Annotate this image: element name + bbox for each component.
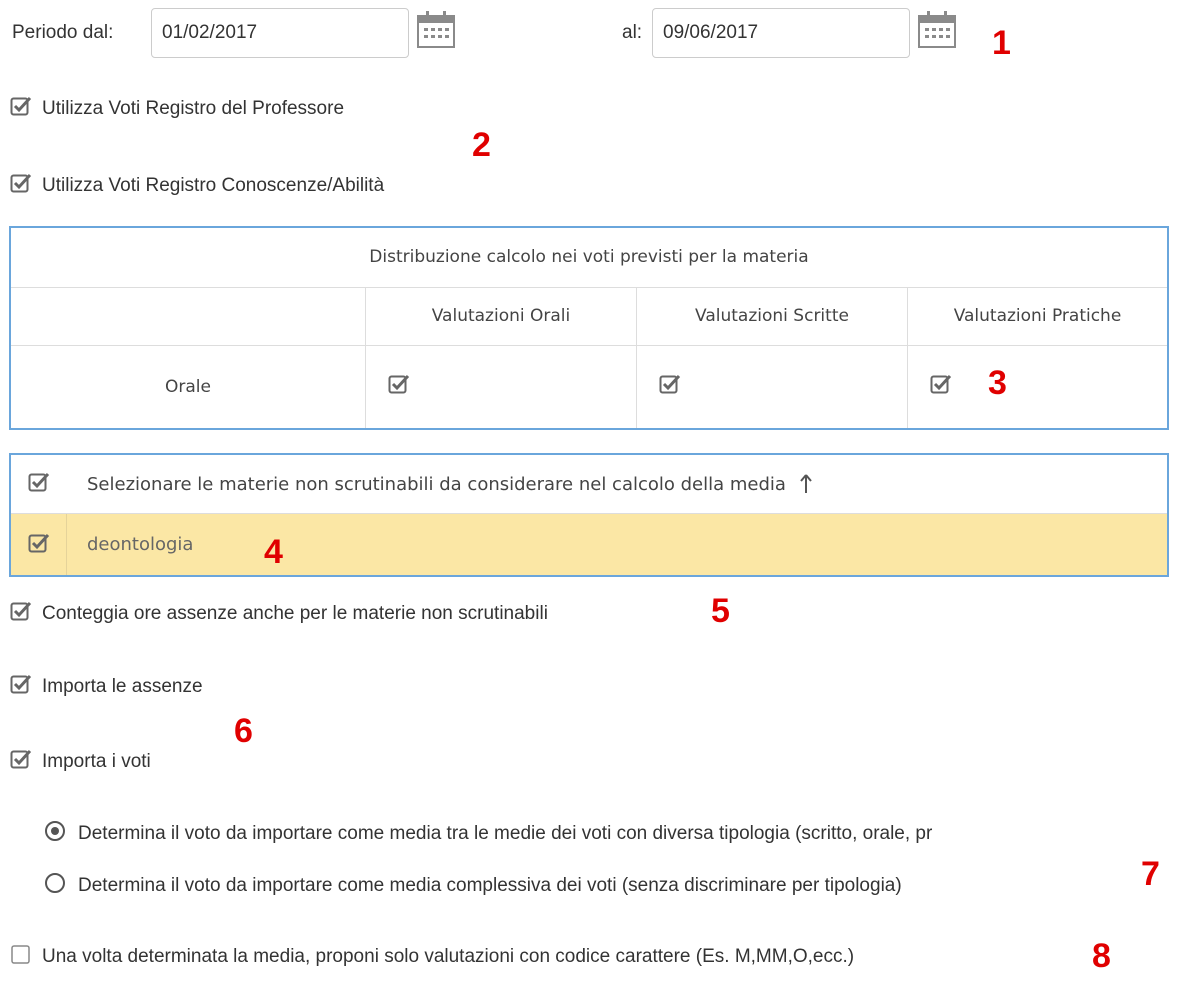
calendar-icon[interactable] — [415, 10, 457, 50]
grade-mode-option-by-type[interactable]: Determina il voto da importare come medi… — [44, 820, 932, 848]
list-item[interactable]: deontologia — [11, 514, 1167, 575]
import-grades-label: Importa i voti — [42, 751, 151, 772]
checkbox-scritte-checked-icon[interactable] — [659, 373, 681, 400]
period-to-label: al: — [622, 22, 643, 43]
grade-mode-label-overall: Determina il voto da importare come medi… — [78, 875, 902, 896]
radio-selected-icon[interactable] — [44, 820, 66, 848]
subject-label: deontologia — [87, 534, 194, 555]
marker-4: 4 — [264, 533, 283, 571]
char-code-only-label: Una volta determinata la media, proponi … — [42, 946, 855, 967]
use-knowledge-register-label: Utilizza Voti Registro Conoscenze/Abilit… — [42, 175, 385, 196]
period-to-input[interactable] — [652, 8, 910, 58]
marker-1: 1 — [992, 24, 1011, 62]
checkbox-checked-icon[interactable] — [10, 673, 32, 701]
non-scrutinable-subjects-header-label: Selezionare le materie non scrutinabili … — [87, 473, 786, 495]
non-scrutinable-subjects-panel: Selezionare le materie non scrutinabili … — [9, 453, 1169, 577]
checkbox-checked-icon[interactable] — [10, 172, 32, 200]
import-grades-option[interactable]: Importa i voti — [10, 748, 151, 776]
column-header-pratiche: Valutazioni Pratiche — [907, 286, 1169, 346]
grade-mode-option-overall[interactable]: Determina il voto da importare come medi… — [44, 872, 902, 900]
use-knowledge-register-option[interactable]: Utilizza Voti Registro Conoscenze/Abilit… — [10, 172, 384, 200]
arrow-up-icon[interactable] — [800, 474, 812, 494]
import-absences-label: Importa le assenze — [42, 676, 203, 697]
row-label-orale: Orale — [9, 344, 366, 430]
checkbox-checked-icon[interactable] — [10, 748, 32, 776]
subject-checked-icon[interactable] — [28, 532, 50, 558]
column-header-orali: Valutazioni Orali — [365, 286, 637, 346]
grade-mode-label-by-type: Determina il voto da importare come medi… — [78, 823, 933, 844]
count-absences-label: Conteggia ore assenze anche per le mater… — [42, 603, 548, 624]
checkbox-unchecked-icon[interactable] — [10, 943, 32, 971]
marker-2: 2 — [472, 126, 491, 164]
marker-3: 3 — [988, 364, 1007, 402]
calendar-icon[interactable] — [916, 10, 958, 50]
radio-unselected-icon[interactable] — [44, 872, 66, 900]
marker-8: 8 — [1092, 937, 1111, 975]
checkbox-pratiche-checked-icon[interactable] — [930, 373, 952, 400]
checkbox-orali-checked-icon[interactable] — [388, 373, 410, 400]
count-absences-option[interactable]: Conteggia ore assenze anche per le mater… — [10, 600, 548, 628]
marker-5: 5 — [711, 592, 730, 630]
select-all-checked-icon[interactable] — [28, 471, 50, 497]
checkbox-checked-icon[interactable] — [10, 95, 32, 123]
column-header-empty — [9, 286, 366, 346]
checkbox-checked-icon[interactable] — [10, 600, 32, 628]
column-header-scritte: Valutazioni Scritte — [636, 286, 908, 346]
non-scrutinable-subjects-header: Selezionare le materie non scrutinabili … — [11, 455, 1167, 514]
use-teacher-register-option[interactable]: Utilizza Voti Registro del Professore — [10, 95, 344, 123]
distribution-table-title: Distribuzione calcolo nei voti previsti … — [9, 226, 1169, 288]
marker-7: 7 — [1141, 855, 1160, 893]
char-code-only-option[interactable]: Una volta determinata la media, proponi … — [10, 943, 854, 971]
use-teacher-register-label: Utilizza Voti Registro del Professore — [42, 98, 345, 119]
period-from-input[interactable] — [151, 8, 409, 58]
import-absences-option[interactable]: Importa le assenze — [10, 673, 203, 701]
period-from-label: Periodo dal: — [12, 22, 114, 43]
marker-6: 6 — [234, 712, 253, 750]
